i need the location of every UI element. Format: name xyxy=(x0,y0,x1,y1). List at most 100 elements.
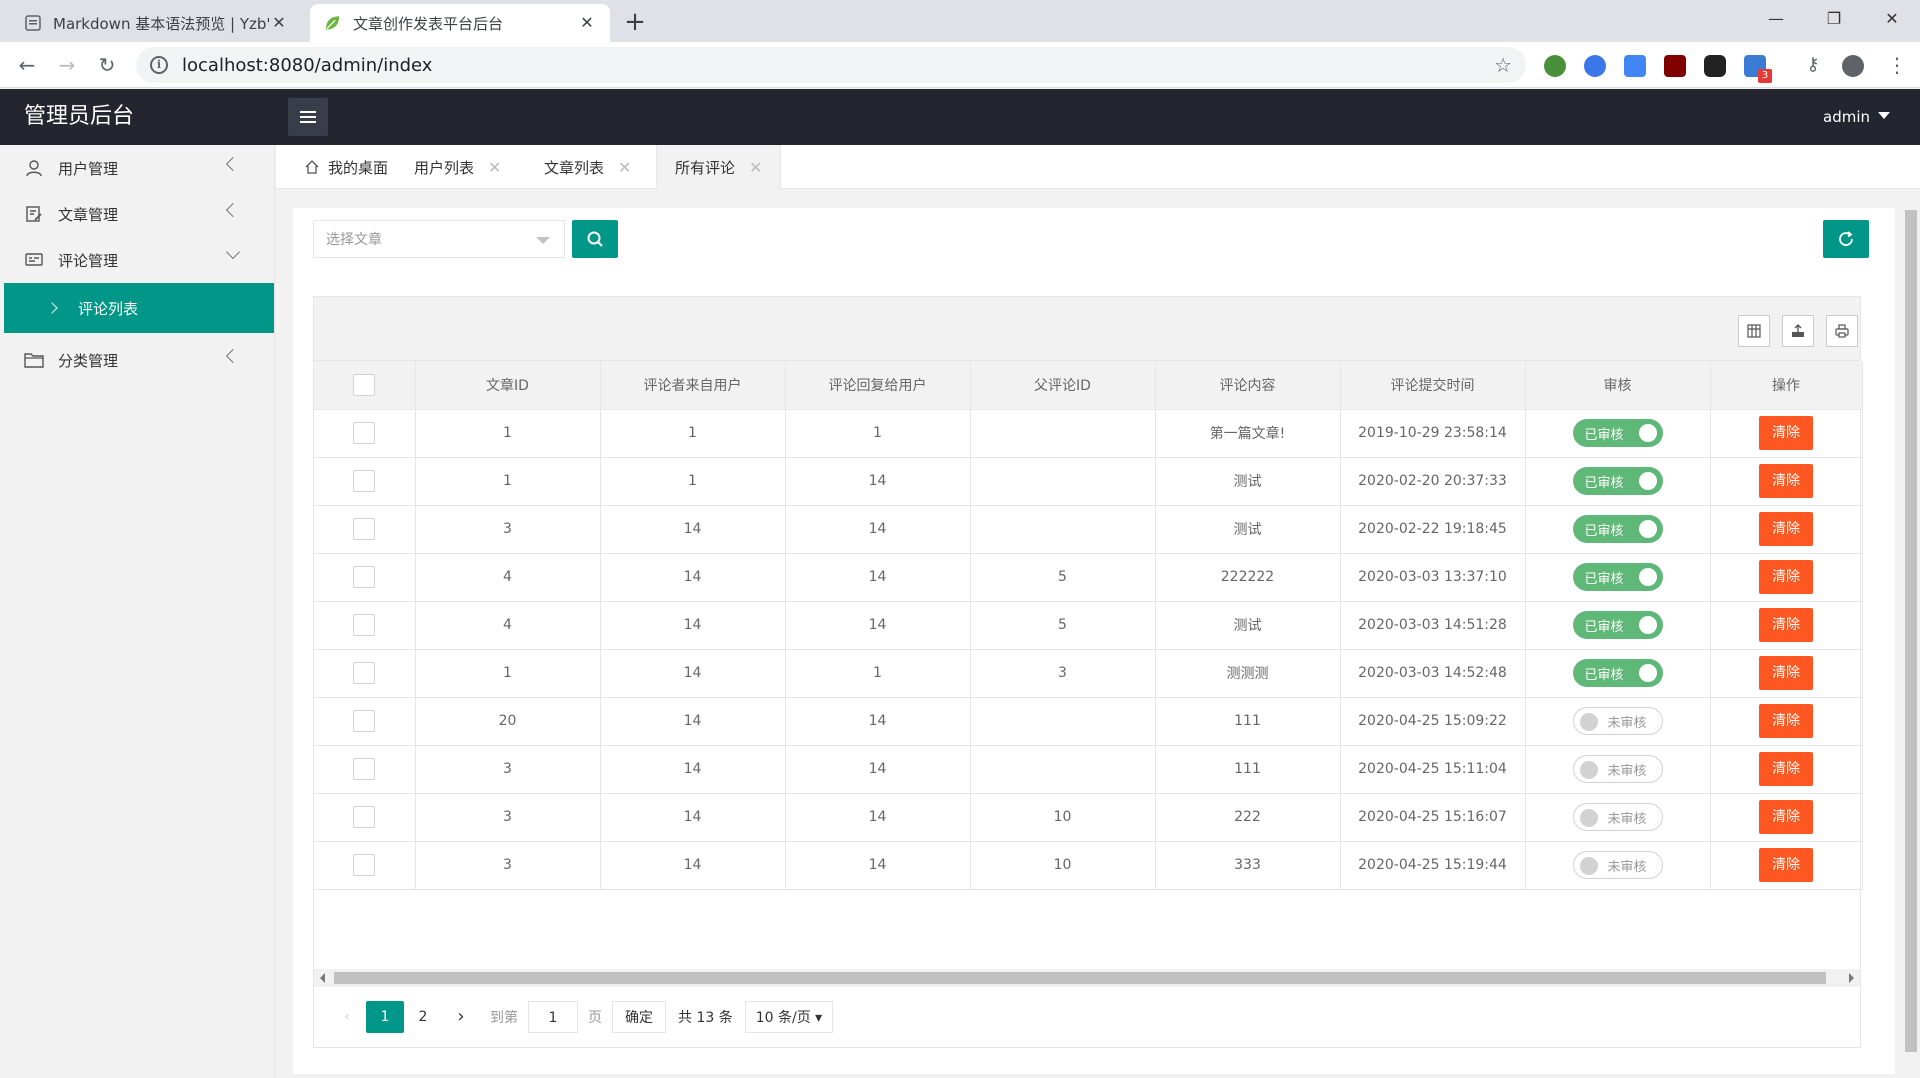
print-button[interactable] xyxy=(1826,315,1858,347)
delete-button[interactable]: 清除 xyxy=(1759,560,1813,594)
star-icon[interactable]: ☆ xyxy=(1494,53,1512,77)
extension-google-translate-icon[interactable] xyxy=(1624,55,1646,77)
columns-filter-button[interactable] xyxy=(1738,315,1770,347)
approval-toggle[interactable]: 未审核 xyxy=(1572,803,1663,831)
select-all-checkbox[interactable] xyxy=(353,373,376,396)
user-name[interactable]: admin xyxy=(1823,108,1870,126)
search-button[interactable] xyxy=(572,220,618,258)
reload-icon[interactable]: ↻ xyxy=(92,50,122,80)
column-header[interactable]: 操作 xyxy=(1710,361,1863,410)
approval-toggle[interactable]: 已审核 xyxy=(1572,659,1663,687)
goto-page-input[interactable]: 1 xyxy=(528,1001,578,1033)
user-menu[interactable]: admin xyxy=(1823,89,1890,145)
row-checkbox[interactable] xyxy=(353,422,376,444)
row-checkbox[interactable] xyxy=(353,758,376,780)
delete-button[interactable]: 清除 xyxy=(1759,704,1813,738)
extension-ublock-icon[interactable] xyxy=(1664,55,1686,77)
row-checkbox[interactable] xyxy=(353,806,376,828)
sidebar-subitem-comment-list[interactable]: 评论列表 xyxy=(4,283,274,333)
page-button[interactable]: 2 xyxy=(404,1001,442,1033)
row-checkbox[interactable] xyxy=(353,566,376,588)
close-icon[interactable]: ✕ xyxy=(270,14,288,32)
browser-tab-markdown[interactable]: Markdown 基本语法预览 | Yzb' ✕ xyxy=(10,4,302,42)
caret-down-icon[interactable] xyxy=(1878,112,1890,119)
column-header[interactable]: 父评论ID xyxy=(970,361,1156,410)
browser-tab-admin[interactable]: 文章创作发表平台后台 ✕ xyxy=(310,4,610,42)
window-close-button[interactable]: ✕ xyxy=(1864,0,1920,38)
row-checkbox[interactable] xyxy=(353,854,376,876)
tab-user-list[interactable]: 用户列表 ✕ xyxy=(396,145,519,189)
close-icon[interactable]: ✕ xyxy=(618,158,631,177)
column-header[interactable]: 评论者来自用户 xyxy=(600,361,786,410)
row-select-cell xyxy=(314,553,416,602)
minimize-button[interactable]: — xyxy=(1748,0,1804,38)
approval-toggle[interactable]: 已审核 xyxy=(1572,563,1663,591)
delete-button[interactable]: 清除 xyxy=(1759,752,1813,786)
delete-button[interactable]: 清除 xyxy=(1759,512,1813,546)
approval-toggle[interactable]: 已审核 xyxy=(1572,611,1663,639)
approval-toggle[interactable]: 已审核 xyxy=(1572,515,1663,543)
scroll-left-icon[interactable] xyxy=(320,973,325,983)
column-header[interactable]: 评论提交时间 xyxy=(1340,361,1526,410)
refresh-button[interactable] xyxy=(1823,220,1869,258)
account-avatar-icon[interactable] xyxy=(1842,55,1864,77)
prev-page-button[interactable]: ‹ xyxy=(328,1001,366,1033)
back-arrow-icon[interactable]: ← xyxy=(12,50,42,80)
row-checkbox[interactable] xyxy=(353,470,376,492)
scrollbar-thumb[interactable] xyxy=(1905,210,1917,1052)
goto-confirm-button[interactable]: 确定 xyxy=(612,1001,666,1033)
menu-toggle-button[interactable] xyxy=(288,98,328,136)
article-select[interactable]: 选择文章 xyxy=(313,220,565,258)
approval-toggle[interactable]: 未审核 xyxy=(1572,851,1663,879)
forward-arrow-icon[interactable]: → xyxy=(52,50,82,80)
delete-button[interactable]: 清除 xyxy=(1759,800,1813,834)
export-button[interactable] xyxy=(1782,315,1814,347)
column-header[interactable]: 评论回复给用户 xyxy=(785,361,971,410)
to-user-cell: 14 xyxy=(785,697,971,746)
extension-app-icon[interactable]: 3 xyxy=(1744,55,1772,83)
page-button-current[interactable]: 1 xyxy=(366,1001,404,1033)
extension-globe-icon[interactable] xyxy=(1544,55,1566,77)
delete-button[interactable]: 清除 xyxy=(1759,464,1813,498)
column-header[interactable]: 评论内容 xyxy=(1155,361,1341,410)
delete-button[interactable]: 清除 xyxy=(1759,848,1813,882)
extension-translate-icon[interactable] xyxy=(1584,55,1606,77)
horizontal-scrollbar[interactable] xyxy=(314,969,1860,987)
approval-toggle[interactable]: 未审核 xyxy=(1572,707,1663,735)
tab-desktop[interactable]: 我的桌面 xyxy=(286,145,406,189)
tab-article-list[interactable]: 文章列表 ✕ xyxy=(526,145,649,189)
close-icon[interactable]: ✕ xyxy=(488,158,501,177)
column-header[interactable]: 审核 xyxy=(1525,361,1711,410)
close-icon[interactable]: ✕ xyxy=(749,158,762,177)
scroll-right-icon[interactable] xyxy=(1849,973,1854,983)
close-icon[interactable]: ✕ xyxy=(578,14,596,32)
browser-menu-icon[interactable]: ⋮ xyxy=(1882,50,1912,80)
scrollbar-thumb[interactable] xyxy=(334,972,1826,984)
page-size-select[interactable]: 10 条/页 ▾ xyxy=(744,1001,834,1033)
approval-toggle[interactable]: 已审核 xyxy=(1572,467,1663,495)
address-url[interactable]: localhost:8080/admin/index xyxy=(182,55,432,76)
approval-toggle[interactable]: 未审核 xyxy=(1572,755,1663,783)
sidebar-item-articles[interactable]: 文章管理 xyxy=(0,191,274,237)
row-checkbox[interactable] xyxy=(353,710,376,732)
address-bar[interactable]: i localhost:8080/admin/index ☆ xyxy=(136,47,1526,83)
row-checkbox[interactable] xyxy=(353,518,376,540)
row-checkbox[interactable] xyxy=(353,614,376,636)
sidebar-item-categories[interactable]: 分类管理 xyxy=(0,337,274,383)
delete-button[interactable]: 清除 xyxy=(1759,656,1813,690)
delete-button[interactable]: 清除 xyxy=(1759,416,1813,450)
tab-all-comments[interactable]: 所有评论 ✕ xyxy=(656,145,782,189)
new-tab-button[interactable]: + xyxy=(620,8,650,38)
approval-toggle[interactable]: 已审核 xyxy=(1572,419,1663,447)
delete-button[interactable]: 清除 xyxy=(1759,608,1813,642)
next-page-button[interactable]: › xyxy=(442,1001,480,1033)
key-icon[interactable]: ⚷ xyxy=(1798,50,1828,80)
info-icon[interactable]: i xyxy=(150,56,168,74)
sidebar-item-comments[interactable]: 评论管理 xyxy=(0,237,274,283)
row-checkbox[interactable] xyxy=(353,662,376,684)
column-header[interactable]: 文章ID xyxy=(415,361,601,410)
sidebar-item-users[interactable]: 用户管理 xyxy=(0,145,274,191)
extension-tampermonkey-icon[interactable] xyxy=(1704,55,1726,77)
vertical-scrollbar[interactable] xyxy=(1902,196,1920,1078)
maximize-button[interactable]: ❐ xyxy=(1806,0,1862,38)
